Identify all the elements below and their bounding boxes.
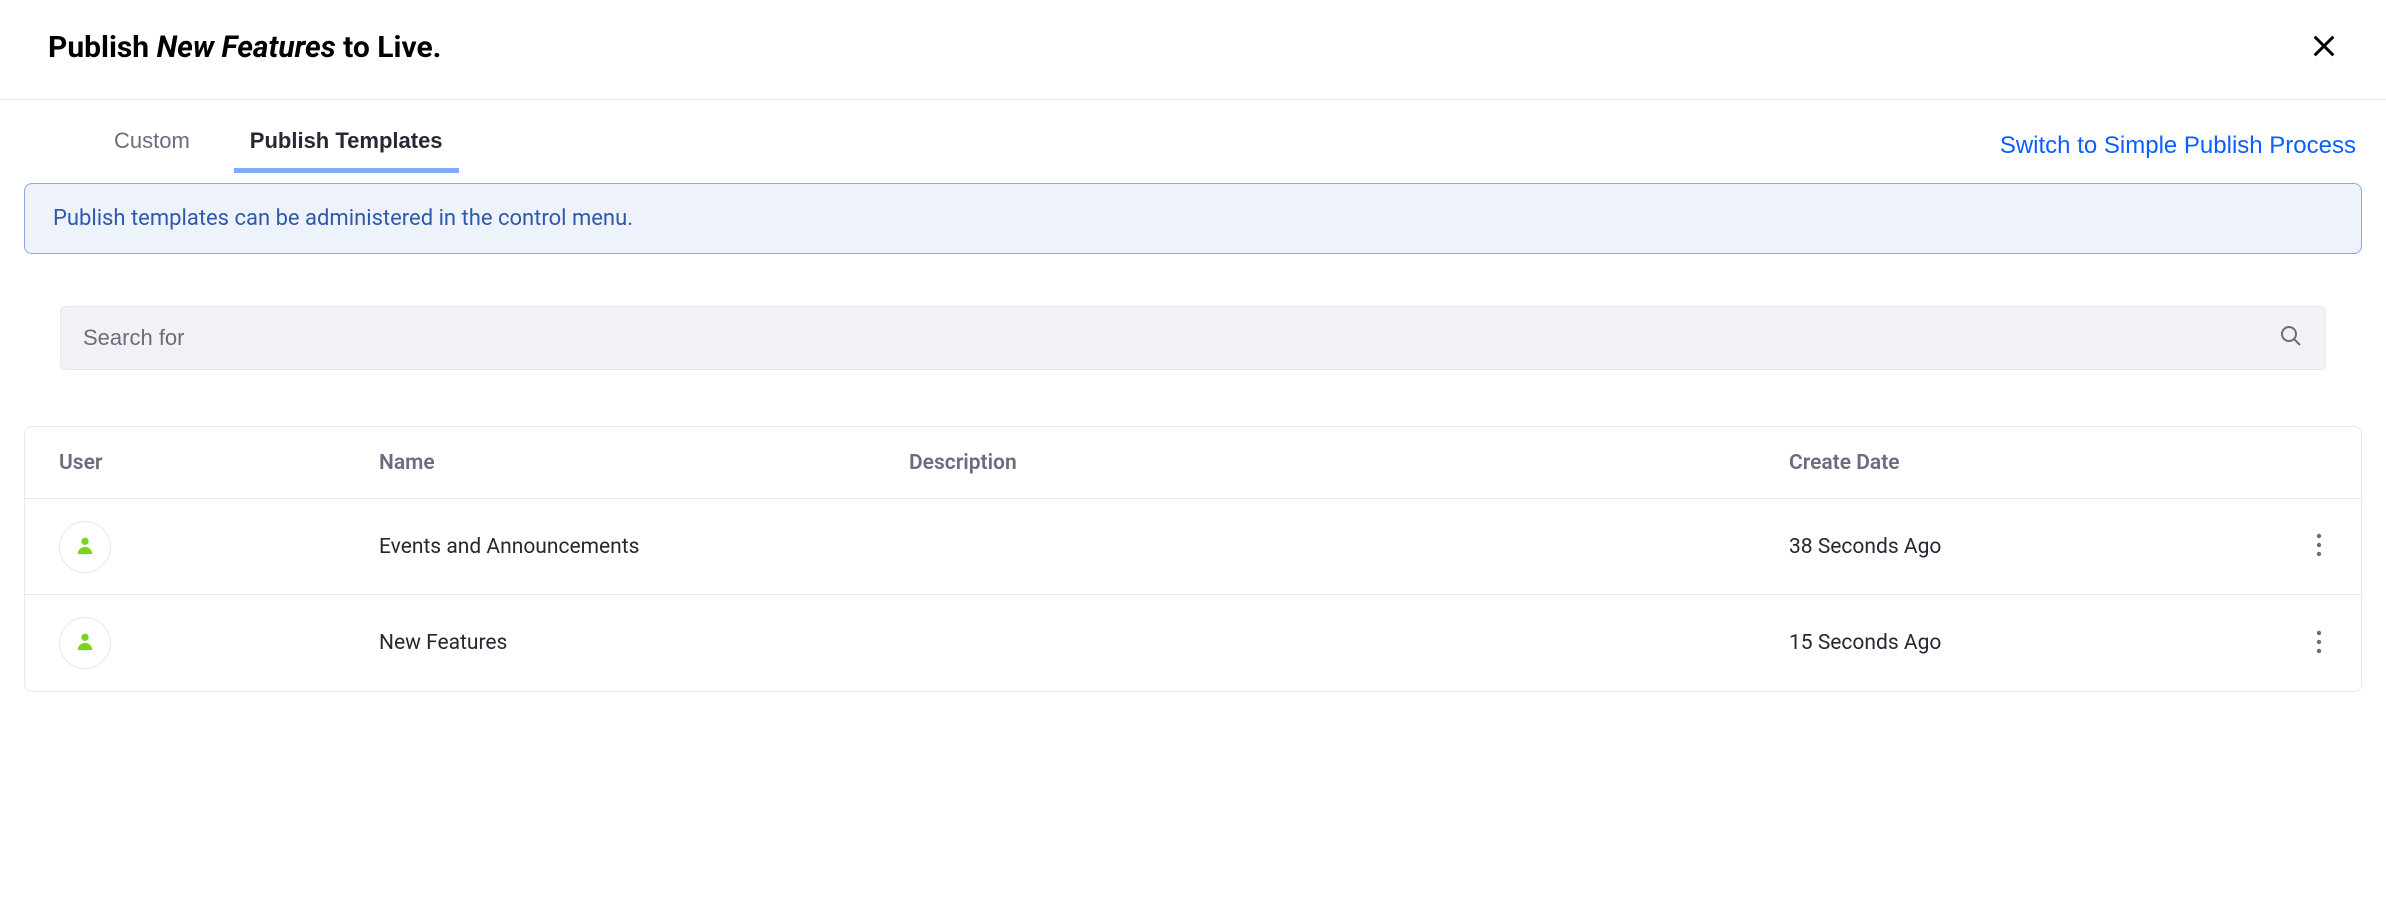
- search-icon: [2279, 324, 2303, 352]
- cell-create-date: 38 Seconds Ago: [1755, 535, 2265, 559]
- user-icon: [74, 630, 96, 656]
- cell-user: [25, 521, 345, 573]
- title-suffix: to Live.: [336, 30, 442, 65]
- col-user: User: [25, 451, 345, 475]
- avatar: [59, 617, 111, 669]
- tab-publish-templates[interactable]: Publish Templates: [234, 118, 459, 173]
- tab-custom[interactable]: Custom: [98, 118, 206, 173]
- search-wrap: [24, 306, 2362, 370]
- switch-simple-publish-link[interactable]: Switch to Simple Publish Process: [2000, 132, 2362, 160]
- kebab-icon: [2316, 533, 2322, 560]
- search-input[interactable]: [83, 325, 2279, 351]
- close-button[interactable]: [2302, 24, 2346, 71]
- close-icon: [2310, 48, 2338, 63]
- table-row[interactable]: New Features 15 Seconds Ago: [25, 595, 2361, 691]
- avatar: [59, 521, 111, 573]
- modal-title: Publish New Features to Live.: [48, 30, 441, 65]
- search-bar: [60, 306, 2326, 370]
- row-actions-button[interactable]: [2299, 623, 2339, 663]
- cell-create-date: 15 Seconds Ago: [1755, 631, 2265, 655]
- info-banner: Publish templates can be administered in…: [24, 183, 2362, 254]
- row-actions-button[interactable]: [2299, 527, 2339, 567]
- tab-row: Custom Publish Templates Switch to Simpl…: [24, 100, 2362, 173]
- table-header-row: User Name Description Create Date: [25, 427, 2361, 499]
- title-prefix: Publish: [48, 30, 157, 65]
- title-italic: New Features: [157, 30, 336, 65]
- col-name: Name: [345, 451, 875, 475]
- cell-name: New Features: [345, 631, 875, 655]
- col-description: Description: [875, 451, 1755, 475]
- table-row[interactable]: Events and Announcements 38 Seconds Ago: [25, 499, 2361, 595]
- cell-actions: [2265, 623, 2345, 663]
- templates-table: User Name Description Create Date Events…: [24, 426, 2362, 692]
- cell-user: [25, 617, 345, 669]
- modal-content: Custom Publish Templates Switch to Simpl…: [0, 100, 2386, 732]
- kebab-icon: [2316, 630, 2322, 657]
- tabs: Custom Publish Templates: [24, 118, 459, 173]
- cell-actions: [2265, 527, 2345, 567]
- modal-header: Publish New Features to Live.: [0, 0, 2386, 100]
- col-create-date: Create Date: [1755, 451, 2265, 475]
- cell-name: Events and Announcements: [345, 535, 875, 559]
- user-icon: [74, 534, 96, 560]
